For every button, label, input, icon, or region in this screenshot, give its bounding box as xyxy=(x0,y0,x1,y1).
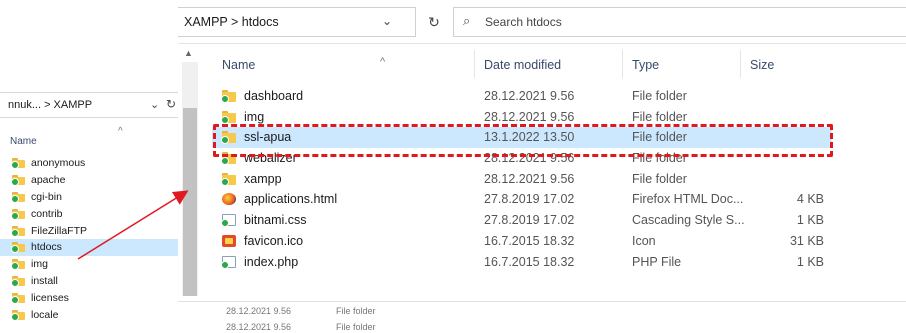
table-row[interactable]: img 28.12.2021 9.56 File folder xyxy=(212,107,832,128)
table-row-ssl-apua[interactable]: ssl-apua 13.1.2022 13.50 File folder xyxy=(212,127,832,149)
file-list-pane: ▲ Name ^ Date modified Type Size dashboa… xyxy=(178,44,906,302)
file-rows: dashboard 28.12.2021 9.56 File folder im… xyxy=(212,86,832,272)
list-item[interactable]: FileZillaFTP xyxy=(0,222,180,239)
folder-icon xyxy=(221,90,236,103)
table-row[interactable]: bitnami.css 27.8.2019 17.02 Cascading St… xyxy=(212,210,832,231)
background-column-header[interactable]: ^ Name xyxy=(0,126,190,150)
folder-icon xyxy=(11,292,25,304)
scrollbar-thumb[interactable] xyxy=(183,108,197,296)
folder-icon xyxy=(221,152,236,166)
php-file-icon xyxy=(221,255,236,269)
folder-icon xyxy=(11,158,25,170)
column-divider[interactable] xyxy=(474,50,475,78)
list-item[interactable]: apache xyxy=(0,172,180,189)
background-name-column[interactable]: Name xyxy=(10,136,37,147)
list-item[interactable]: cgi-bin xyxy=(0,189,180,206)
sort-caret-icon: ^ xyxy=(380,56,386,68)
background-file-list: anonymous apache cgi-bin contrib FileZil… xyxy=(0,155,190,323)
table-row[interactable]: xampp 28.12.2021 9.56 File folder xyxy=(212,169,832,190)
column-divider[interactable] xyxy=(622,50,623,78)
sort-caret-icon: ^ xyxy=(118,126,123,137)
list-item[interactable]: licenses xyxy=(0,289,180,306)
column-header-date[interactable]: Date modified xyxy=(484,58,561,72)
folder-icon xyxy=(11,259,25,271)
scroll-up-arrow-icon[interactable]: ▲ xyxy=(184,48,193,58)
chevron-down-icon[interactable]: ⌄ xyxy=(150,98,159,111)
list-item[interactable]: contrib xyxy=(0,205,180,222)
search-placeholder: Search htdocs xyxy=(485,15,562,29)
list-item[interactable]: anonymous xyxy=(0,155,180,172)
table-row[interactable]: applications.html 27.8.2019 17.02 Firefo… xyxy=(212,189,832,210)
list-item[interactable]: locale xyxy=(0,306,180,323)
column-header-name[interactable]: Name ^ xyxy=(222,56,385,72)
address-bar[interactable]: XAMPP > htdocs ⌄ xyxy=(178,7,416,37)
folder-icon xyxy=(221,172,236,186)
column-divider[interactable] xyxy=(740,50,741,78)
column-header-size[interactable]: Size xyxy=(750,58,774,72)
table-row[interactable]: index.php 16.7.2015 18.32 PHP File 1 KB xyxy=(212,252,832,273)
folder-icon xyxy=(11,309,25,321)
folder-icon xyxy=(221,131,236,145)
list-item[interactable]: install xyxy=(0,273,180,290)
table-row[interactable]: webalizer 28.12.2021 9.56 File folder xyxy=(212,148,832,169)
breadcrumb[interactable]: XAMPP > htdocs xyxy=(184,15,279,29)
folder-icon xyxy=(11,175,25,187)
foreground-explorer-window: XAMPP > htdocs ⌄ ↻ ⌕ Search htdocs ▲ Nam… xyxy=(178,0,906,333)
refresh-icon[interactable]: ↻ xyxy=(166,97,176,111)
background-address-bar[interactable]: nnuk... > XAMPP ⌄ ↻ xyxy=(0,92,190,118)
list-item-htdocs[interactable]: htdocs r xyxy=(0,238,181,256)
ico-file-icon xyxy=(222,234,236,247)
table-row[interactable]: dashboard 28.12.2021 9.56 File folder xyxy=(212,86,832,107)
search-area: ⌕ Search htdocs xyxy=(423,7,906,37)
chevron-down-icon[interactable]: ⌄ xyxy=(382,14,392,28)
list-item[interactable]: img xyxy=(0,256,180,273)
folder-icon xyxy=(11,225,25,237)
search-icon: ⌕ xyxy=(463,13,471,28)
table-row[interactable]: favicon.ico 16.7.2015 18.32 Icon 31 KB xyxy=(212,231,832,252)
folder-icon xyxy=(11,275,25,287)
folder-icon xyxy=(221,110,236,124)
lower-rows: 28.12.2021 9.56 File folder 28.12.2021 9… xyxy=(178,302,906,333)
column-header-type[interactable]: Type xyxy=(632,58,659,72)
background-breadcrumb[interactable]: nnuk... > XAMPP xyxy=(8,99,92,111)
firefox-html-icon xyxy=(222,193,236,206)
toolbar: XAMPP > htdocs ⌄ ↻ ⌕ Search htdocs xyxy=(178,0,906,44)
folder-icon xyxy=(11,208,25,220)
css-file-icon xyxy=(221,214,236,228)
folder-icon xyxy=(11,191,25,203)
folder-icon xyxy=(11,242,25,254)
